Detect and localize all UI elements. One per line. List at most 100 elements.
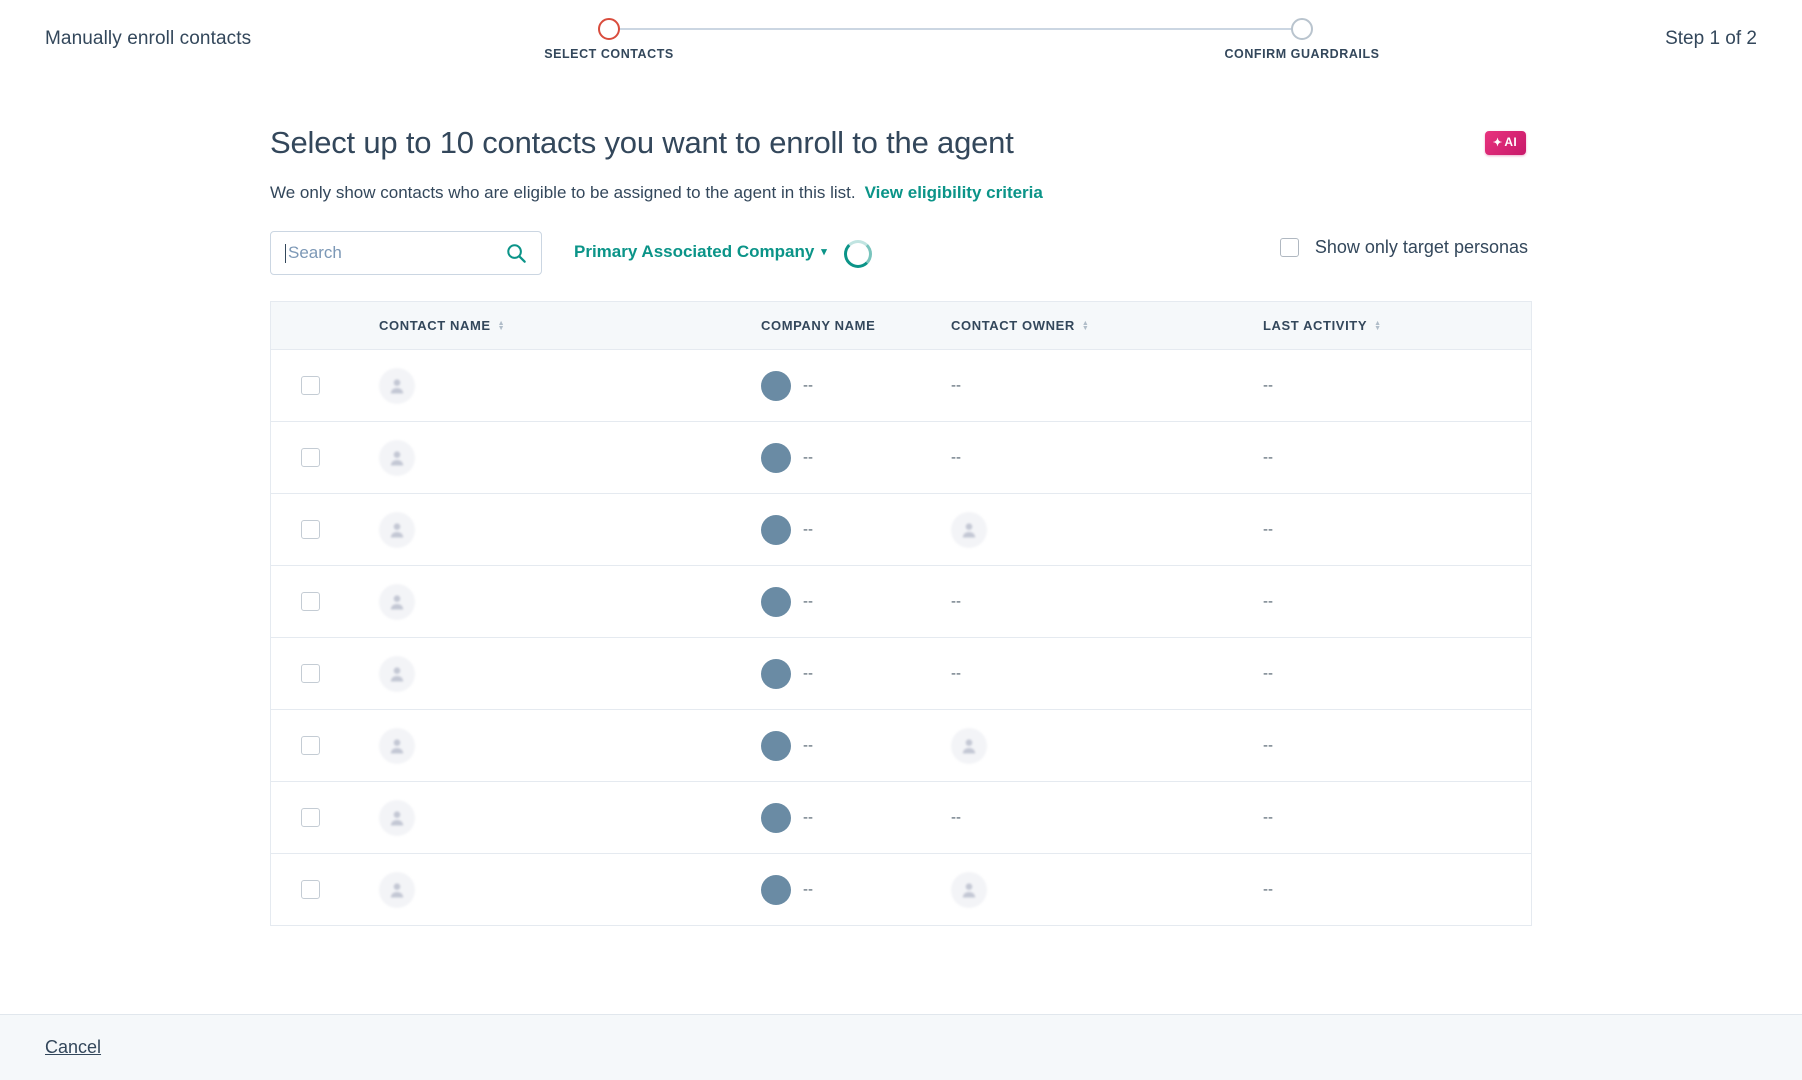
table-row[interactable]: -- -- -- [271, 566, 1531, 638]
main-content: Select up to 10 contacts you want to enr… [0, 125, 1802, 926]
row-checkbox-cell [271, 376, 349, 395]
cell-contact-owner: -- [951, 377, 1201, 394]
contact-avatar-placeholder-icon [379, 871, 415, 908]
cell-company-name: -- [761, 658, 951, 689]
column-label-company-name: COMPANY NAME [761, 318, 876, 333]
headline-row: Select up to 10 contacts you want to enr… [270, 125, 1532, 161]
view-eligibility-criteria-link[interactable]: View eligibility criteria [865, 183, 1043, 202]
row-select-checkbox[interactable] [301, 736, 320, 755]
last-activity-value: -- [1263, 737, 1273, 754]
cell-contact-owner: -- [951, 449, 1201, 466]
company-name-value: -- [803, 881, 813, 898]
search-icon[interactable] [506, 243, 527, 264]
row-checkbox-cell [271, 880, 349, 899]
cell-contact-name [349, 439, 761, 476]
cell-contact-owner: -- [951, 665, 1201, 682]
row-checkbox-cell [271, 664, 349, 683]
cell-last-activity: -- [1201, 593, 1531, 610]
page-title: Select up to 10 contacts you want to enr… [270, 125, 1014, 160]
loading-spinner-icon [844, 240, 872, 268]
contact-owner-value: -- [951, 377, 961, 394]
sparkle-icon: ✦ [1492, 137, 1503, 149]
last-activity-value: -- [1263, 881, 1273, 898]
row-select-checkbox[interactable] [301, 592, 320, 611]
contact-avatar-placeholder-icon [379, 655, 415, 692]
target-personas-label: Show only target personas [1314, 237, 1528, 257]
company-avatar [761, 658, 791, 689]
cell-contact-name [349, 511, 761, 548]
cell-contact-owner: -- [951, 809, 1201, 826]
step-progress: SELECT CONTACTS CONFIRM GUARDRAILS [544, 18, 1379, 68]
row-select-checkbox[interactable] [301, 664, 320, 683]
row-checkbox-cell [271, 736, 349, 755]
ai-badge: ✦ AI [1484, 131, 1526, 155]
last-activity-value: -- [1263, 809, 1273, 826]
step-node-confirm-guardrails[interactable] [1291, 18, 1313, 40]
owner-avatar-placeholder-icon [951, 871, 987, 908]
company-name-value: -- [803, 665, 813, 682]
company-name-value: -- [803, 809, 813, 826]
cell-last-activity: -- [1201, 521, 1531, 538]
table-row[interactable]: -- -- [271, 710, 1531, 782]
contact-owner-value: -- [951, 449, 961, 466]
table-row[interactable]: -- -- -- [271, 350, 1531, 422]
last-activity-value: -- [1263, 665, 1273, 682]
last-activity-value: -- [1263, 593, 1273, 610]
column-header-contact-owner[interactable]: CONTACT OWNER ▲ ▼ [951, 318, 1201, 333]
search-input[interactable]: Search [270, 231, 542, 275]
table-row[interactable]: -- -- [271, 854, 1531, 926]
last-activity-value: -- [1263, 377, 1273, 394]
row-checkbox-cell [271, 808, 349, 827]
last-activity-value: -- [1263, 449, 1273, 466]
company-name-value: -- [803, 449, 813, 466]
cell-contact-name [349, 367, 761, 404]
cell-last-activity: -- [1201, 377, 1531, 394]
contact-avatar-placeholder-icon [379, 727, 415, 764]
cell-contact-name [349, 727, 761, 764]
column-header-company-name[interactable]: COMPANY NAME [761, 318, 951, 333]
table-row[interactable]: -- -- -- [271, 782, 1531, 854]
company-avatar [761, 514, 791, 545]
company-avatar [761, 442, 791, 473]
dropdown-label: Primary Associated Company [574, 242, 815, 261]
cancel-button[interactable]: Cancel [45, 1037, 101, 1058]
step-counter: Step 1 of 2 [1665, 28, 1757, 49]
company-avatar [761, 730, 791, 761]
sort-icon-contact-name[interactable]: ▲ ▼ [498, 320, 506, 332]
cell-company-name: -- [761, 370, 951, 401]
row-select-checkbox[interactable] [301, 520, 320, 539]
row-select-checkbox[interactable] [301, 448, 320, 467]
cell-contact-name [349, 871, 761, 908]
enroll-contacts-page: Manually enroll contacts SELECT CONTACTS… [0, 0, 1802, 1080]
sort-icon-last-activity[interactable]: ▲ ▼ [1374, 320, 1382, 332]
step-node-select-contacts[interactable] [598, 18, 620, 40]
column-label-last-activity: LAST ACTIVITY [1263, 318, 1368, 333]
table-row[interactable]: -- -- -- [271, 638, 1531, 710]
cell-company-name: -- [761, 802, 951, 833]
cell-contact-owner [951, 511, 1201, 548]
contact-avatar-placeholder-icon [379, 799, 415, 836]
show-only-target-personas-control[interactable]: Show only target personas [1279, 237, 1528, 258]
row-select-checkbox[interactable] [301, 376, 320, 395]
cell-last-activity: -- [1201, 809, 1531, 826]
target-personas-checkbox[interactable] [1279, 238, 1299, 257]
cell-last-activity: -- [1201, 665, 1531, 682]
column-label-contact-name: CONTACT NAME [379, 318, 491, 333]
cell-contact-owner [951, 871, 1201, 908]
row-select-checkbox[interactable] [301, 808, 320, 827]
company-avatar [761, 874, 791, 905]
last-activity-value: -- [1263, 521, 1273, 538]
cell-company-name: -- [761, 874, 951, 905]
table-row[interactable]: -- -- [271, 494, 1531, 566]
contacts-table: CONTACT NAME ▲ ▼ COMPANY NAME CONTACT OWN… [270, 301, 1532, 926]
row-select-checkbox[interactable] [301, 880, 320, 899]
column-header-last-activity[interactable]: LAST ACTIVITY ▲ ▼ [1201, 318, 1531, 333]
sort-icon-contact-owner[interactable]: ▲ ▼ [1082, 320, 1090, 332]
step-label-select-contacts: SELECT CONTACTS [544, 47, 674, 61]
column-header-contact-name[interactable]: CONTACT NAME ▲ ▼ [349, 318, 761, 333]
primary-associated-company-dropdown[interactable]: Primary Associated Company ▾ [574, 242, 827, 262]
cell-last-activity: -- [1201, 449, 1531, 466]
cell-contact-name [349, 583, 761, 620]
table-row[interactable]: -- -- -- [271, 422, 1531, 494]
table-body: -- -- -- -- -- -- -- -- -- -- -- -- -- -- -- -- -- -- -- --… [271, 350, 1531, 926]
